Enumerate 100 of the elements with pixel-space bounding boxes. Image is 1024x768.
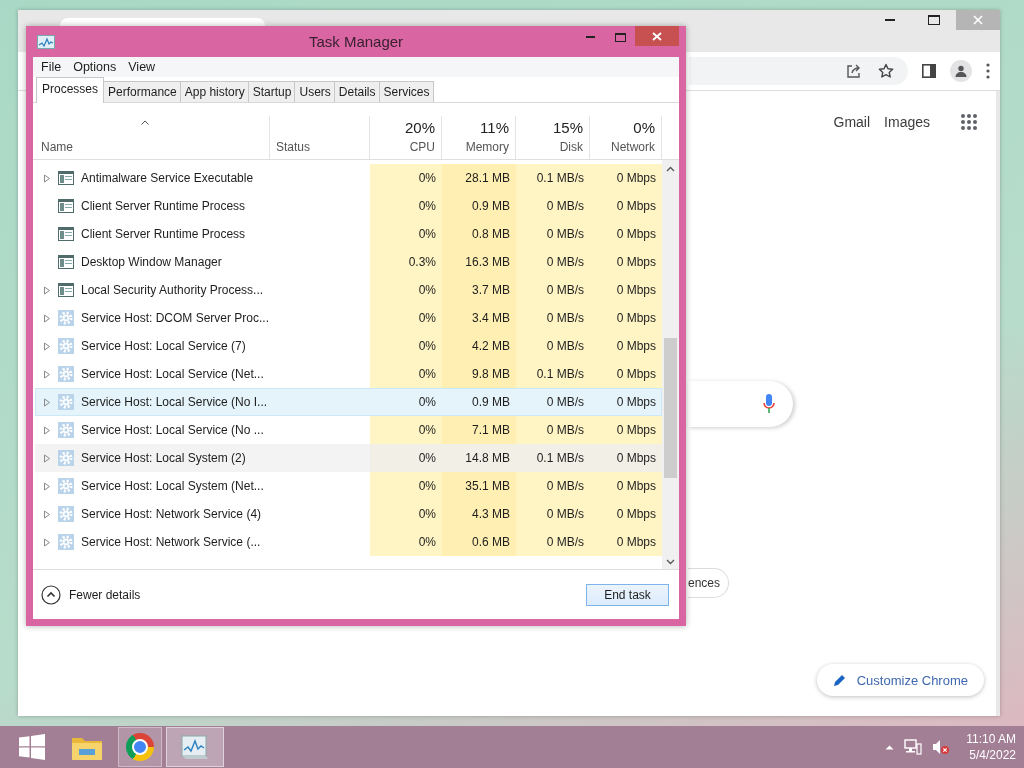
expand-arrow-icon[interactable] [43, 453, 51, 463]
tab[interactable]: Performance [103, 81, 181, 102]
star-icon[interactable] [878, 63, 894, 79]
process-name: Service Host: DCOM Server Proc... [81, 311, 270, 325]
process-name: Service Host: Local Service (Net... [81, 367, 264, 381]
close-button[interactable] [635, 26, 679, 46]
table-cell: 0 Mbps [616, 255, 656, 269]
table-cell: 0% [418, 367, 436, 381]
customize-chrome-button[interactable]: Customize Chrome [816, 664, 984, 696]
table-cell: 0 Mbps [616, 451, 656, 465]
table-cell: 0 MB/s [546, 339, 584, 353]
process-row[interactable]: Desktop Window Manager 0.3% 16.3 MB 0 MB/s 0 Mbps [35, 248, 662, 276]
chart-icon [37, 34, 55, 49]
column-header[interactable]: 15% Disk [516, 116, 590, 159]
microphone-icon[interactable] [763, 394, 775, 414]
process-name: Service Host: Local Service (No I... [81, 395, 268, 409]
process-row[interactable]: Local Security Authority Process... 0% 3.7 MB 0 MB/s 0 Mbps [35, 276, 662, 304]
expand-arrow-icon[interactable] [43, 173, 51, 183]
maximize-icon [928, 15, 940, 25]
profile-avatar[interactable] [950, 60, 972, 82]
gear-icon [58, 366, 74, 382]
table-cell: 0.9 MB [472, 395, 510, 409]
search-box[interactable] [688, 381, 793, 427]
gear-icon [58, 310, 74, 326]
column-header[interactable]: 11% Memory [442, 116, 516, 159]
menu-item[interactable]: File [35, 60, 68, 74]
chrome-taskbar-button[interactable] [118, 727, 162, 767]
clock-date[interactable]: 5/4/2022 [969, 747, 1016, 763]
menu-item[interactable]: View [122, 60, 162, 74]
process-name: Desktop Window Manager [81, 255, 222, 269]
network-icon[interactable] [904, 739, 923, 755]
expand-arrow-icon[interactable] [43, 425, 51, 435]
apps-grid-icon[interactable] [960, 113, 978, 131]
process-row[interactable]: Service Host: Local Service (Net... 0% 9.8 MB 0.1 MB/s 0 Mbps [35, 360, 662, 388]
table-cell: 0 Mbps [616, 535, 656, 549]
task-manager-taskbar-button[interactable] [166, 727, 224, 767]
window-title: Task Manager [308, 33, 404, 50]
process-row[interactable]: Service Host: Local Service (No ... 0% 7.1 MB 0 MB/s 0 Mbps [35, 416, 662, 444]
muted-speaker-icon[interactable] [932, 739, 951, 755]
tab[interactable]: Processes [36, 77, 105, 103]
scrollbar[interactable] [662, 160, 679, 569]
process-row[interactable]: Service Host: Local Service (7) 0% 4.2 MB 0 MB/s 0 Mbps [35, 332, 662, 360]
table-cell: 0 Mbps [616, 311, 656, 325]
column-header[interactable]: Status [270, 116, 370, 159]
expand-arrow-icon[interactable] [43, 341, 51, 351]
expand-arrow-icon[interactable] [43, 537, 51, 547]
table-cell: 0 MB/s [546, 423, 584, 437]
process-row[interactable]: Service Host: Network Service (4) 0% 4.3 MB 0 MB/s 0 Mbps [35, 500, 662, 528]
menu-icon[interactable] [986, 63, 990, 79]
menu-item[interactable]: Options [67, 60, 123, 74]
process-row[interactable]: Client Server Runtime Process 0% 0.8 MB 0 MB/s 0 Mbps [35, 220, 662, 248]
minimize-icon [885, 18, 895, 22]
table-cell: 0.6 MB [472, 535, 510, 549]
process-row[interactable]: Service Host: Local System (2) 0% 14.8 MB 0.1 MB/s 0 Mbps [35, 444, 662, 472]
top-link[interactable]: Images [884, 114, 930, 130]
process-row[interactable]: Service Host: Network Service (... 0% 0.6 MB 0 MB/s 0 Mbps [35, 528, 662, 556]
process-name: Client Server Runtime Process [81, 227, 246, 241]
window-icon [58, 283, 74, 297]
table-cell: 0 Mbps [616, 507, 656, 521]
process-row[interactable]: Service Host: Local Service (No I... 0% 0.9 MB 0 MB/s 0 Mbps [35, 388, 662, 416]
table-cell: 0 Mbps [616, 171, 656, 185]
table-cell: 0 Mbps [616, 479, 656, 493]
column-header[interactable]: Name [35, 116, 270, 159]
top-link[interactable]: Gmail [833, 114, 871, 130]
scroll-up-icon[interactable] [666, 166, 675, 172]
tab[interactable]: Users [294, 81, 335, 102]
column-header[interactable]: 0% Network [590, 116, 662, 159]
tab[interactable]: App history [179, 81, 249, 102]
process-row[interactable]: Antimalware Service Executable 0% 28.1 MB 0.1 MB/s 0 Mbps [35, 164, 662, 192]
side-panel-icon[interactable] [922, 64, 936, 78]
expand-arrow-icon[interactable] [43, 481, 51, 491]
expand-arrow-icon[interactable] [43, 313, 51, 323]
tab[interactable]: Details [333, 81, 380, 102]
process-name: Local Security Authority Process... [81, 283, 264, 297]
process-row[interactable]: Service Host: DCOM Server Proc... 0% 3.4 MB 0 MB/s 0 Mbps [35, 304, 662, 332]
column-header[interactable]: 20% CPU [370, 116, 442, 159]
tab[interactable]: Services [378, 81, 434, 102]
table-cell: 0.3% [408, 255, 436, 269]
table-cell: 0% [418, 507, 436, 521]
close-icon [652, 31, 662, 41]
expand-arrow-icon[interactable] [43, 509, 51, 519]
window-icon [58, 227, 74, 241]
table-cell: 0 Mbps [616, 199, 656, 213]
close-icon [973, 15, 983, 25]
process-row[interactable]: Service Host: Local System (Net... 0% 35.1 MB 0 MB/s 0 Mbps [35, 472, 662, 500]
fewer-details-button[interactable]: Fewer details [41, 584, 141, 605]
expand-arrow-icon[interactable] [43, 397, 51, 407]
expand-arrow-icon[interactable] [43, 369, 51, 379]
collapse-icon [41, 584, 61, 605]
table-cell: 0 Mbps [616, 339, 656, 353]
expand-arrow-icon[interactable] [43, 285, 51, 295]
suggestion-chip[interactable]: ences [688, 568, 730, 598]
show-hidden-icons-icon[interactable] [885, 744, 895, 750]
tab[interactable]: Startup [247, 81, 296, 102]
end-task-button[interactable]: End task [586, 583, 669, 606]
process-row[interactable]: Client Server Runtime Process 0% 0.9 MB 0 MB/s 0 Mbps [35, 192, 662, 220]
scroll-down-icon[interactable] [666, 559, 675, 565]
clock-time[interactable]: 11:10 AM [966, 731, 1016, 747]
table-cell: 0 Mbps [616, 423, 656, 437]
share-icon[interactable] [846, 63, 862, 79]
